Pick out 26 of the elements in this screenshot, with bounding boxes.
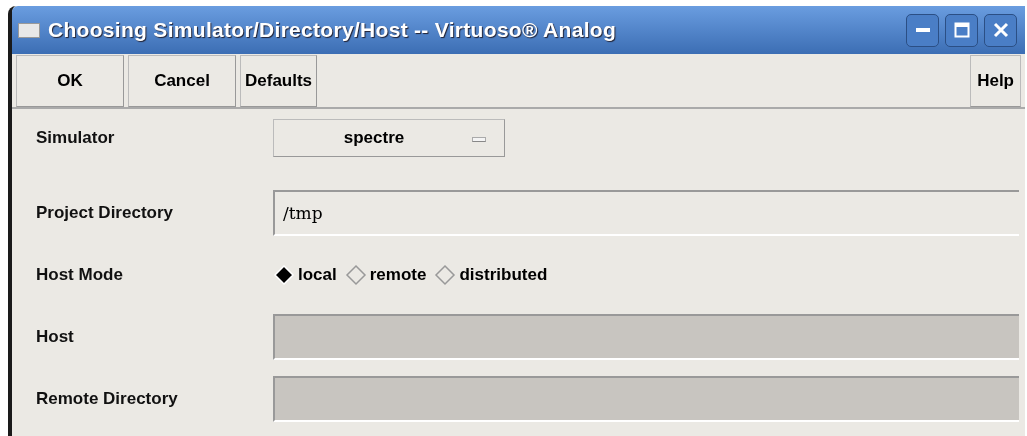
radio-option[interactable]: distributed: [434, 262, 548, 288]
window-title: Choosing Simulator/Directory/Host -- Virtuoso® Analog: [48, 17, 618, 44]
field-label: Remote Directory: [36, 388, 179, 411]
field-label: Host Mode: [36, 264, 124, 287]
maximize-button[interactable]: [945, 13, 978, 47]
option-menu-indicator-icon: [472, 137, 486, 142]
maximize-icon: [953, 22, 970, 38]
field-label: Host: [36, 326, 75, 349]
empty-diamond-icon: [434, 264, 457, 286]
dialog-button[interactable]: OK: [16, 54, 124, 107]
minimize-icon: [915, 28, 930, 32]
simulator-dropdown[interactable]: spectre: [273, 119, 505, 157]
help-button[interactable]: Help: [970, 54, 1021, 107]
field-label: Project Directory: [36, 202, 174, 225]
dialog-button[interactable]: Defaults: [240, 54, 318, 107]
close-button[interactable]: [984, 13, 1017, 47]
window-menu-icon[interactable]: [18, 22, 40, 38]
input-field[interactable]: /tmp: [273, 190, 1019, 236]
radio-option[interactable]: remote: [344, 262, 427, 288]
dialog-button[interactable]: Cancel: [128, 54, 236, 107]
filled-diamond-icon: [273, 264, 295, 286]
minimize-button[interactable]: [906, 13, 939, 47]
close-icon: [992, 22, 1009, 38]
field-label: Simulator: [36, 127, 116, 150]
radio-option[interactable]: local: [273, 262, 337, 288]
empty-diamond-icon: [344, 264, 367, 286]
